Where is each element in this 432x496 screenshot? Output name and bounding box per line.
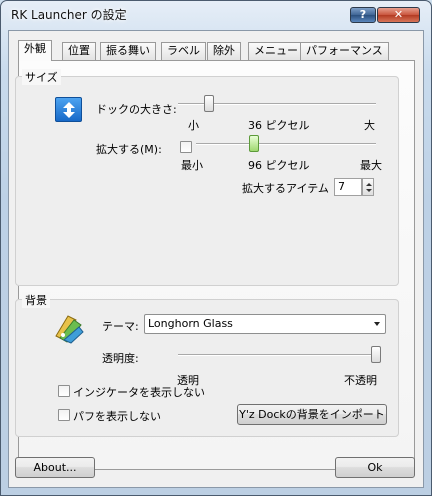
dock-size-value: 36 ピクセル xyxy=(248,119,310,132)
zoom-items-label: 拡大するアイテム xyxy=(242,182,329,195)
hide-puff-label[interactable]: パフを表示しない xyxy=(73,408,161,424)
opacity-max-label: 不透明 xyxy=(344,374,377,387)
theme-select-value: Longhorn Glass xyxy=(148,317,233,330)
theme-label: テーマ: xyxy=(102,320,139,333)
about-button[interactable]: About... xyxy=(15,457,95,478)
title-bar[interactable]: RK Launcher の設定 ? ✕ xyxy=(1,1,431,27)
zoom-size-min-label: 最小 xyxy=(181,159,203,172)
dock-size-max-label: 大 xyxy=(364,119,375,132)
zoom-size-value: 96 ピクセル xyxy=(248,159,310,172)
zoom-items-input[interactable]: 7 xyxy=(334,178,362,196)
opacity-slider-thumb[interactable] xyxy=(371,346,381,363)
tab-exclusions[interactable]: 除外 xyxy=(207,42,241,60)
zoom-items-spinner[interactable] xyxy=(362,178,374,196)
dock-size-min-label: 小 xyxy=(188,119,199,132)
zoom-checkbox[interactable] xyxy=(180,141,192,153)
tab-menu[interactable]: メニュー xyxy=(248,42,304,60)
help-button[interactable]: ? xyxy=(350,7,376,23)
dock-size-label: ドックの大きさ: xyxy=(96,103,177,116)
size-group: サイズ ドックの大きさ: 小 36 ピクセル 大 拡大する(M): 最小 96 … xyxy=(15,69,399,286)
tab-appearance[interactable]: 外観 xyxy=(18,40,52,61)
chevron-down-icon xyxy=(374,322,380,329)
zoom-size-track xyxy=(196,143,376,145)
zoom-size-max-label: 最大 xyxy=(360,159,382,172)
resize-icon xyxy=(55,97,82,122)
hide-puff-checkbox[interactable] xyxy=(58,409,70,421)
hide-indicator-checkbox[interactable] xyxy=(58,385,70,397)
background-group: 背景 テーマ: Longhorn Glass 透明度: 透明 不透明 インジケー… xyxy=(15,292,399,437)
ok-button[interactable]: Ok xyxy=(335,457,415,478)
opacity-label: 透明度: xyxy=(102,352,139,365)
import-ydock-background-button[interactable]: Y'z Dockの背景をインポート xyxy=(237,404,387,425)
zoom-size-slider-thumb[interactable] xyxy=(249,135,259,152)
size-group-legend: サイズ xyxy=(22,69,61,85)
close-button[interactable]: ✕ xyxy=(377,7,420,23)
theme-select[interactable]: Longhorn Glass xyxy=(144,314,386,334)
tab-labels[interactable]: ラベル xyxy=(161,42,206,60)
tab-position[interactable]: 位置 xyxy=(62,42,96,60)
theme-palette-icon xyxy=(55,315,84,344)
tab-performance[interactable]: パフォーマンス xyxy=(300,42,389,60)
settings-window: RK Launcher の設定 ? ✕ 外観 位置 振る舞い ラベル 除外 メニ… xyxy=(0,0,432,496)
hide-indicator-label[interactable]: インジケータを表示しない xyxy=(73,384,205,400)
zoom-label: 拡大する(M): xyxy=(96,143,162,156)
dock-size-slider-thumb[interactable] xyxy=(204,95,214,112)
background-group-legend: 背景 xyxy=(22,292,50,308)
opacity-track xyxy=(178,354,378,356)
tab-behavior[interactable]: 振る舞い xyxy=(100,42,156,60)
window-title: RK Launcher の設定 xyxy=(11,8,127,22)
